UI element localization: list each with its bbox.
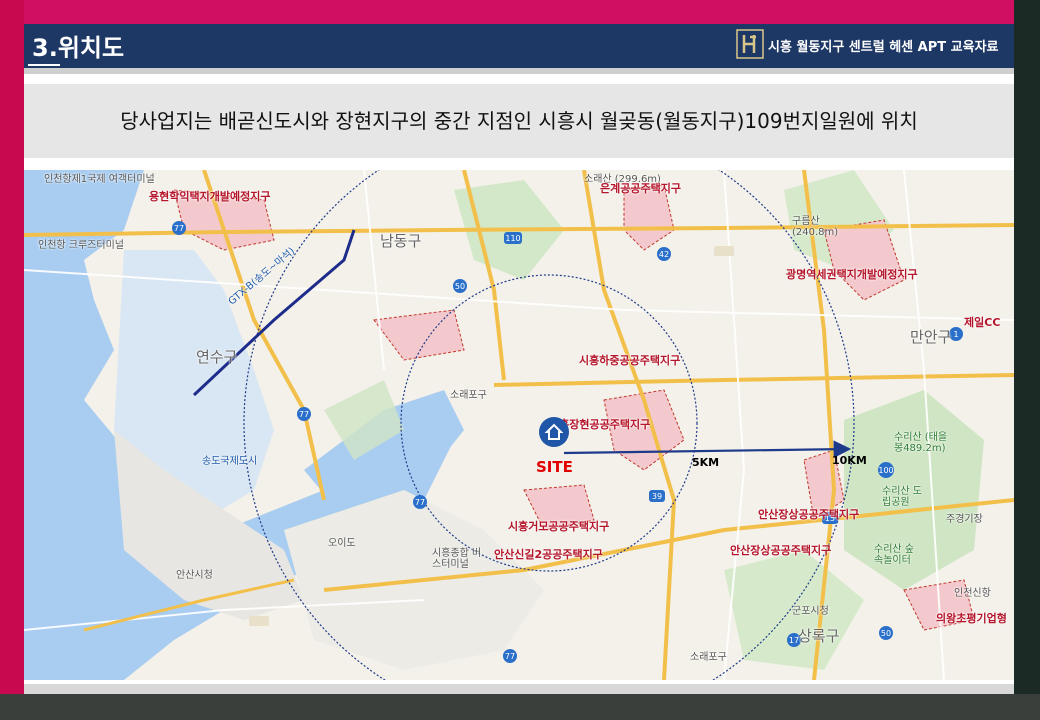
slide: 3.위치도 시흥 월동지구 센트럴 헤센 APT 교육자료 당사업지는 배곧신도… — [24, 24, 1014, 694]
map-label-namdong: 남동구 — [380, 232, 422, 250]
location-description: 당사업지는 배곧신도시와 장현지구의 중간 지점인 시흥시 월곶동(월동지구)1… — [120, 109, 918, 133]
bottom-strip — [24, 684, 1014, 694]
map-label-jeil-cc: 군포시청 — [792, 606, 829, 617]
svg-text:77: 77 — [505, 652, 515, 661]
map-label-incheon-newport: 안산시청 — [176, 570, 213, 581]
svg-text:77: 77 — [299, 410, 309, 419]
map-label-gunpo-cityhall: 주경기장 — [946, 514, 983, 525]
map-label-sangnok: 상록구 — [798, 627, 840, 645]
frame-bottom — [0, 694, 1040, 720]
map-label-district-gwangmyeong: 광명역세권택지개발예정지구 — [786, 268, 918, 281]
svg-text:1: 1 — [953, 330, 958, 339]
map-label-songdo: 송도국제도시 — [202, 456, 258, 467]
distance-arrow — [563, 440, 852, 459]
map-label-cruise-terminal: 인천항 크루즈터미널 — [38, 240, 124, 251]
map-label-district-jangsang-1: 안산장상공공주택지구 — [758, 508, 860, 521]
site-label: SITE — [536, 458, 573, 476]
frame-top — [0, 0, 1040, 24]
page-title: 3.위치도 — [32, 34, 125, 62]
company-name: 시흥 월동지구 센트럴 헤센 APT 교육자료 — [768, 40, 999, 55]
map-label-manan: 만안구 — [910, 328, 952, 346]
header-bar: 3.위치도 시흥 월동지구 센트럴 헤센 APT 교육자료 — [24, 24, 1014, 68]
map-label-district-uiwang: 의왕초평기업형 — [936, 612, 1007, 625]
map-label-district-jangsang-2: 안산장상공공주택지구 — [730, 544, 832, 557]
site-marker-icon — [539, 417, 569, 447]
map-canvas: 77 110 50 42 39 15 100 77 77 1 77 17 50 — [24, 170, 1014, 680]
frame-right — [1014, 0, 1040, 720]
svg-text:39: 39 — [652, 492, 662, 501]
map-label-bus-terminal: 시흥종합 버스터미널 — [432, 548, 482, 570]
map-label-district-hajung: 시흥하중공공주택지구 — [579, 354, 681, 367]
location-map: 77 110 50 42 39 15 100 77 77 1 77 17 50 … — [24, 170, 1014, 680]
map-label-ferry-terminal: 인천항제1국제 여객터미널 — [44, 174, 155, 185]
map-label-stadium: 인천신항 — [954, 588, 991, 599]
svg-text:77: 77 — [174, 224, 184, 233]
map-label-surisan-forest: 수리산 숲속놀이터 — [874, 544, 914, 566]
map-label-district-geomo: 시흥거모공공주택지구 — [508, 520, 610, 533]
map-label-district-eungye: 은계공공주택지구 — [600, 182, 681, 195]
map-label-surisan-park: 수리산 도립공원 — [882, 486, 922, 508]
map-label-yeonsu: 연수구 — [196, 348, 238, 366]
subtitle-band: 당사업지는 배곧신도시와 장현지구의 중간 지점인 시흥시 월곶동(월동지구)1… — [24, 84, 1014, 158]
title-underline — [28, 64, 60, 66]
map-label-district-singil: 안산신길2공공주택지구 — [494, 548, 603, 561]
ring-label-10km: 10KM — [832, 454, 867, 467]
svg-text:110: 110 — [505, 234, 520, 243]
map-label-oido: 오이도 — [328, 538, 356, 549]
hessen-logo-icon — [736, 29, 764, 59]
map-label-anyang: 제일CC — [964, 316, 1001, 329]
svg-text:100: 100 — [878, 466, 893, 475]
ring-label-5km: 5KM — [692, 456, 720, 469]
map-label-ansan-cityhall: 소래포구 — [690, 652, 727, 663]
map-label-district-yonghyeon: 용현학익택지개발예정지구 — [149, 190, 271, 203]
svg-text:77: 77 — [415, 498, 425, 507]
map-label-gureumsan: 구름산 (240.8m) — [792, 216, 839, 238]
svg-text:50: 50 — [881, 629, 891, 638]
header-divider — [24, 68, 1014, 74]
dev-zone-7 — [373, 309, 465, 361]
frame-left — [0, 0, 24, 720]
svg-text:42: 42 — [659, 250, 669, 259]
map-label-soraepogu: 소래포구 — [450, 390, 487, 401]
svg-text:50: 50 — [455, 282, 465, 291]
map-label-surisan: 수리산 (태을봉489.2m) — [894, 432, 948, 454]
